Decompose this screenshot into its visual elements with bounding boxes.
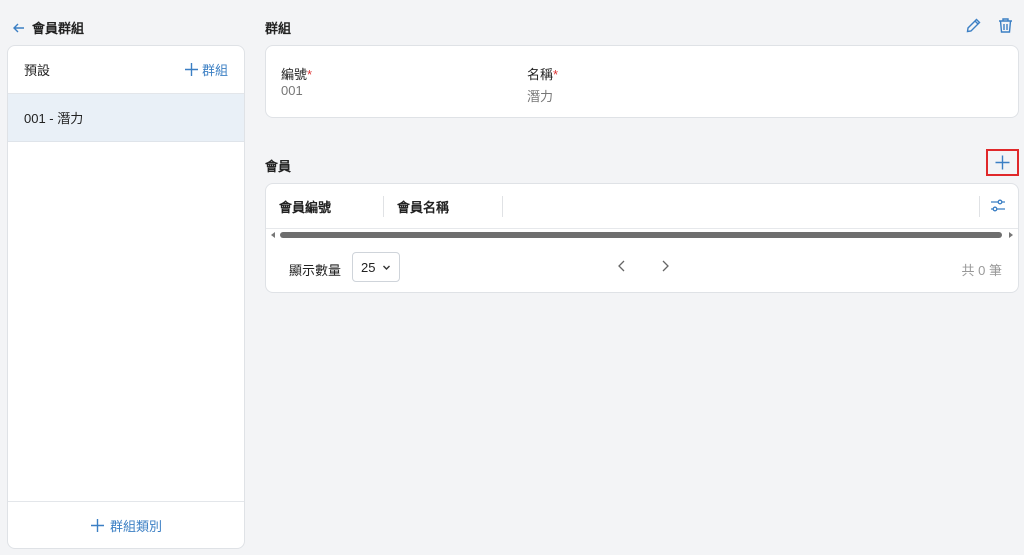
next-page-button[interactable] — [657, 258, 673, 274]
page-size-value: 25 — [361, 259, 376, 275]
required-mark: * — [553, 67, 559, 82]
sidebar-header: 預設 群組 — [8, 46, 244, 94]
edit-button[interactable] — [963, 15, 983, 35]
trash-icon — [998, 17, 1012, 33]
sidebar-item-label: 001 - 潛力 — [24, 111, 84, 126]
plus-icon — [184, 63, 198, 76]
group-info-card: 編號* 001 名稱* 潛力 — [265, 45, 1019, 118]
scroll-right-arrow-icon[interactable] — [1007, 231, 1014, 239]
page-size-select[interactable]: 25 — [352, 252, 400, 282]
column-header-member-code[interactable]: 會員編號 — [279, 184, 331, 229]
back-link[interactable]: 會員群組 — [12, 18, 84, 37]
delete-button[interactable] — [995, 15, 1015, 35]
back-arrow-icon — [13, 23, 24, 32]
scroll-left-arrow-icon[interactable] — [270, 231, 277, 239]
sidebar-section-label: 預設 — [24, 63, 51, 78]
code-label: 編號* — [281, 64, 312, 83]
table-header: 會員編號 會員名稱 — [266, 184, 1018, 229]
members-table-card: 會員編號 會員名稱 顯示數量 25 共 0 筆 — [265, 183, 1019, 293]
total-count: 共 0 筆 — [961, 263, 1002, 278]
code-value: 001 — [281, 83, 303, 98]
horizontal-scrollbar[interactable] — [280, 232, 1002, 238]
group-section-title: 群組 — [265, 21, 292, 36]
add-category-button[interactable]: 群組類別 — [8, 501, 244, 548]
required-mark: * — [307, 67, 313, 82]
column-divider — [979, 196, 980, 217]
name-label: 名稱* — [527, 64, 558, 83]
name-value: 潛力 — [527, 89, 554, 104]
add-group-label: 群組 — [201, 63, 228, 78]
chevron-down-icon — [383, 265, 391, 270]
members-section-title: 會員 — [265, 159, 292, 174]
pencil-icon — [966, 18, 980, 32]
prev-page-button[interactable] — [614, 258, 630, 274]
page-size-label: 顯示數量 — [289, 263, 342, 278]
filter-settings-icon — [991, 199, 1005, 212]
chevron-left-icon — [618, 260, 625, 272]
name-label-text: 名稱 — [527, 67, 554, 82]
plus-icon — [995, 155, 1010, 170]
column-divider[interactable] — [383, 196, 384, 217]
pagination-bar: 顯示數量 25 共 0 筆 — [266, 244, 1018, 288]
chevron-right-icon — [662, 260, 669, 272]
column-divider[interactable] — [502, 196, 503, 217]
column-header-member-name[interactable]: 會員名稱 — [397, 184, 449, 229]
plus-icon — [90, 518, 104, 532]
add-group-button[interactable]: 群組 — [184, 60, 228, 79]
group-sidebar: 預設 群組 001 - 潛力 群組類別 — [7, 45, 245, 549]
column-settings-button[interactable] — [988, 196, 1008, 216]
code-label-text: 編號 — [281, 67, 308, 82]
add-category-label: 群組類別 — [109, 518, 162, 534]
page-title: 會員群組 — [32, 21, 85, 36]
add-member-button[interactable] — [986, 149, 1019, 176]
sidebar-item-001[interactable]: 001 - 潛力 — [8, 94, 244, 142]
